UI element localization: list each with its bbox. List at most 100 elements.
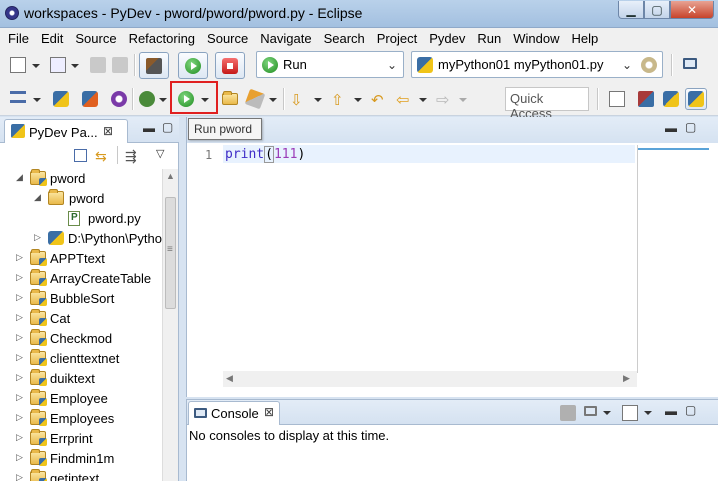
menu-source[interactable]: Source bbox=[69, 31, 122, 46]
build-button[interactable] bbox=[139, 52, 169, 79]
external-tools-icon[interactable] bbox=[244, 88, 266, 110]
tab-console[interactable]: Console ⊠ bbox=[188, 401, 280, 425]
menu-run[interactable]: Run bbox=[471, 31, 507, 46]
package-folder-icon bbox=[48, 189, 64, 205]
python-file-icon bbox=[68, 211, 80, 226]
collapsed-icon[interactable]: ▷ bbox=[16, 432, 26, 443]
menu-project[interactable]: Project bbox=[371, 31, 423, 46]
display-console-dropdown-icon[interactable] bbox=[603, 411, 611, 415]
new-icon[interactable] bbox=[10, 57, 26, 73]
save-icon[interactable] bbox=[90, 57, 106, 73]
collapsed-icon[interactable]: ▷ bbox=[16, 352, 26, 363]
collapsed-icon[interactable]: ▷ bbox=[16, 412, 26, 423]
remote-debug-icon[interactable] bbox=[111, 91, 127, 107]
forward-icon[interactable]: ⇨ bbox=[436, 90, 452, 109]
menu-pydev[interactable]: Pydev bbox=[423, 31, 471, 46]
launch-target-select[interactable]: myPython01 myPython01.py ⌄ bbox=[411, 51, 663, 78]
debug-bug-icon[interactable] bbox=[139, 91, 155, 107]
new-module-dropdown-icon[interactable] bbox=[71, 64, 79, 68]
pin-console-icon[interactable] bbox=[560, 405, 576, 421]
menu-edit[interactable]: Edit bbox=[35, 31, 69, 46]
link-with-editor-icon[interactable]: ⇆ bbox=[95, 148, 111, 164]
pydev-active-perspective-icon[interactable] bbox=[685, 88, 707, 110]
pydev-icon[interactable] bbox=[53, 91, 69, 107]
code-line[interactable]: print(111) bbox=[225, 146, 305, 163]
new-module-icon[interactable] bbox=[50, 57, 66, 73]
outline-dropdown-icon[interactable] bbox=[33, 98, 41, 102]
previous-annotation-icon[interactable]: ⇧ bbox=[331, 91, 347, 109]
collapsed-icon[interactable]: ▷ bbox=[16, 292, 26, 303]
pydev-debug-icon[interactable] bbox=[82, 91, 98, 107]
code-keyword: print bbox=[225, 147, 265, 162]
maximize-view-icon[interactable]: ▢ bbox=[685, 120, 696, 134]
close-button[interactable]: ✕ bbox=[670, 1, 714, 19]
menu-navigate[interactable]: Navigate bbox=[254, 31, 317, 46]
tree-scrollbar[interactable]: ▲ bbox=[162, 169, 178, 481]
pydev-perspective-icon[interactable] bbox=[663, 91, 679, 107]
save-all-icon[interactable] bbox=[112, 57, 128, 73]
open-folder-icon[interactable] bbox=[222, 91, 238, 105]
open-console-dropdown-icon[interactable] bbox=[644, 411, 652, 415]
maximize-button[interactable]: ▢ bbox=[644, 1, 670, 19]
back-dropdown-icon[interactable] bbox=[419, 98, 427, 102]
menu-window[interactable]: Window bbox=[507, 31, 565, 46]
collapsed-icon[interactable]: ▷ bbox=[16, 272, 26, 283]
view-menu-icon[interactable]: ▽ bbox=[156, 147, 172, 163]
quick-access-input[interactable]: Quick Access bbox=[505, 87, 589, 121]
collapsed-icon[interactable]: ▷ bbox=[16, 372, 26, 383]
scroll-right-icon[interactable]: ▶ bbox=[623, 373, 630, 384]
editor-tabbar: ▬ ▢ bbox=[187, 117, 718, 143]
expanded-icon[interactable]: ◢ bbox=[34, 192, 44, 203]
tab-pydev-package-explorer[interactable]: PyDev Pa... ⊠ bbox=[4, 119, 128, 143]
collapse-all-icon[interactable] bbox=[74, 149, 87, 162]
menu-source-2[interactable]: Source bbox=[201, 31, 254, 46]
run-last-button[interactable] bbox=[178, 52, 208, 79]
tree-item-label: pword bbox=[50, 171, 86, 186]
minimize-view-icon[interactable]: ▬ bbox=[143, 121, 155, 135]
scroll-left-icon[interactable]: ◀ bbox=[226, 373, 233, 384]
minimize-view-icon[interactable]: ▬ bbox=[665, 404, 677, 418]
new-dropdown-icon[interactable] bbox=[32, 64, 40, 68]
collapsed-icon[interactable]: ▷ bbox=[16, 312, 26, 323]
minimize-view-icon[interactable]: ▬ bbox=[665, 121, 677, 135]
collapsed-icon[interactable]: ▷ bbox=[16, 472, 26, 481]
forward-dropdown-icon[interactable] bbox=[459, 98, 467, 102]
close-icon[interactable]: ⊠ bbox=[103, 124, 113, 138]
debug-perspective-icon[interactable] bbox=[638, 91, 654, 107]
minimize-button[interactable]: ▁ bbox=[618, 1, 644, 19]
collapsed-icon[interactable]: ▷ bbox=[16, 332, 26, 343]
debug-dropdown-icon[interactable] bbox=[159, 98, 167, 102]
terminate-button[interactable] bbox=[215, 52, 245, 79]
previous-annotation-dropdown-icon[interactable] bbox=[354, 98, 362, 102]
filter-icon[interactable]: ⇶ bbox=[125, 148, 141, 164]
menu-refactoring[interactable]: Refactoring bbox=[123, 31, 201, 46]
external-tools-dropdown-icon[interactable] bbox=[269, 98, 277, 102]
run-icon bbox=[262, 57, 278, 73]
scrollbar-thumb[interactable] bbox=[165, 197, 176, 309]
close-icon[interactable]: ⊠ bbox=[264, 405, 274, 419]
outline-icon[interactable] bbox=[10, 91, 26, 103]
maximize-view-icon[interactable]: ▢ bbox=[162, 120, 173, 134]
scroll-up-icon[interactable]: ▲ bbox=[166, 171, 175, 181]
gear-icon[interactable] bbox=[641, 57, 657, 73]
run-configuration-select[interactable]: Run ⌄ bbox=[256, 51, 404, 78]
menu-search[interactable]: Search bbox=[318, 31, 371, 46]
maximize-view-icon[interactable]: ▢ bbox=[685, 403, 696, 417]
next-annotation-dropdown-icon[interactable] bbox=[314, 98, 322, 102]
next-annotation-icon[interactable]: ⇩ bbox=[290, 91, 306, 109]
expanded-icon[interactable]: ◢ bbox=[16, 172, 26, 183]
open-perspective-icon[interactable] bbox=[609, 91, 625, 107]
open-console-icon[interactable] bbox=[622, 405, 638, 421]
last-edit-location-icon[interactable]: ↶ bbox=[371, 91, 387, 109]
back-icon[interactable]: ⇦ bbox=[396, 90, 412, 109]
collapsed-icon[interactable]: ▷ bbox=[16, 452, 26, 463]
menu-help[interactable]: Help bbox=[565, 31, 604, 46]
tree-item-label: Employee bbox=[50, 391, 108, 406]
collapsed-icon[interactable]: ▷ bbox=[34, 232, 44, 243]
open-perspective-icon[interactable] bbox=[683, 58, 697, 69]
collapsed-icon[interactable]: ▷ bbox=[16, 392, 26, 403]
collapsed-icon[interactable]: ▷ bbox=[16, 252, 26, 263]
menu-file[interactable]: File bbox=[2, 31, 35, 46]
display-selected-console-icon[interactable] bbox=[584, 406, 597, 416]
editor-horizontal-scrollbar[interactable]: ◀ ▶ bbox=[223, 371, 637, 387]
